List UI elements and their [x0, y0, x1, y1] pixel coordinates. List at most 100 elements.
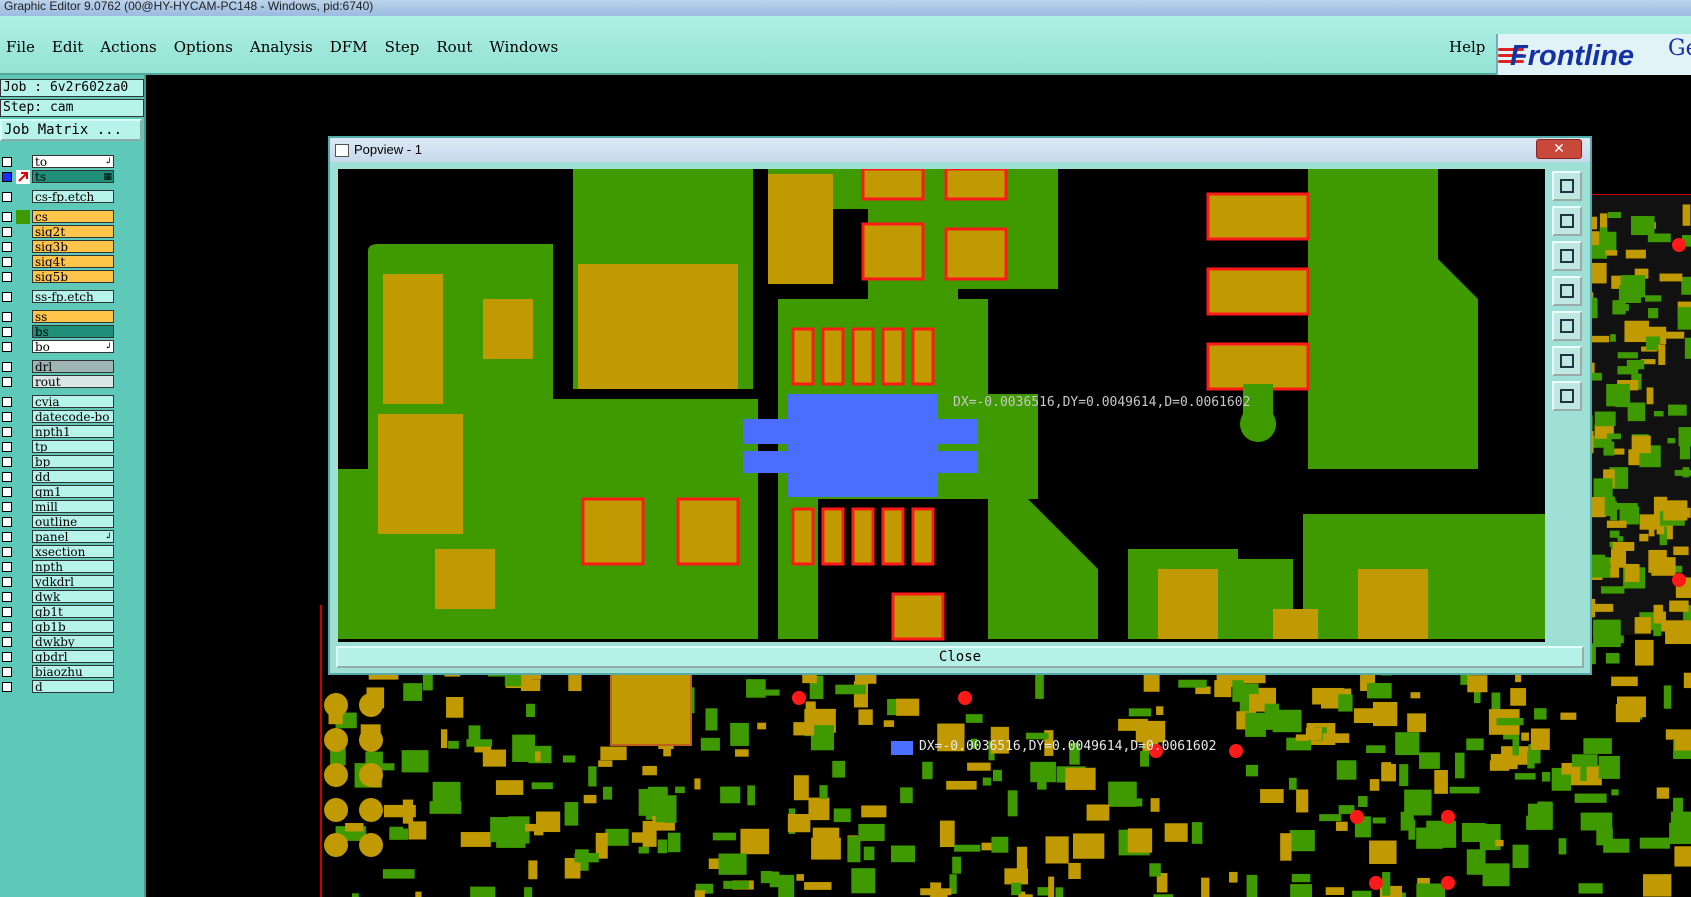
layer-row[interactable]: gm1 — [0, 485, 120, 499]
layer-row[interactable]: sig4t — [0, 255, 120, 269]
layer-row[interactable]: biaozhu — [0, 665, 120, 679]
layer-checkbox[interactable] — [2, 257, 12, 267]
layer-name[interactable]: xsection — [32, 545, 114, 558]
layer-checkbox[interactable] — [2, 272, 12, 282]
layer-checkbox[interactable] — [2, 532, 12, 542]
layer-name[interactable]: bs — [32, 325, 114, 338]
layer-name[interactable]: biaozhu — [32, 665, 114, 678]
layer-checkbox[interactable] — [2, 212, 12, 222]
layer-checkbox[interactable] — [2, 622, 12, 632]
menu-options[interactable]: Options — [174, 38, 233, 56]
job-matrix-button[interactable]: Job Matrix ... — [0, 119, 142, 141]
layer-row[interactable]: bs — [0, 325, 120, 339]
layer-checkbox[interactable] — [2, 487, 12, 497]
layer-name[interactable]: sig3b — [32, 240, 114, 253]
layer-name[interactable]: npth — [32, 560, 114, 573]
layer-row[interactable]: ss — [0, 310, 120, 324]
layer-row[interactable]: bo ↲ — [0, 340, 120, 354]
layer-row[interactable]: mill — [0, 500, 120, 514]
layer-checkbox[interactable] — [2, 292, 12, 302]
layer-row[interactable]: bp — [0, 455, 120, 469]
layer-name[interactable]: bo ↲ — [32, 340, 114, 353]
layer-checkbox[interactable] — [2, 472, 12, 482]
layer-row[interactable]: ydkdrl — [0, 575, 120, 589]
layer-row[interactable]: drl — [0, 360, 120, 374]
layer-row[interactable]: rout — [0, 375, 120, 389]
menu-step[interactable]: Step — [385, 38, 420, 56]
pan-up-icon[interactable] — [1552, 206, 1582, 236]
main-graphic-canvas[interactable]: DX=-0.0036516,DY=0.0049614,D=0.0061602 P… — [146, 75, 1691, 897]
layer-row[interactable]: ss-fp.etch — [0, 290, 120, 304]
layer-name[interactable]: ydkdrl — [32, 575, 114, 588]
layer-row[interactable]: cvia — [0, 395, 120, 409]
layer-checkbox[interactable] — [2, 682, 12, 692]
menu-actions[interactable]: Actions — [100, 38, 156, 56]
popview-zoom-view[interactable]: DX=-0.0036516,DY=0.0049614,D=0.0061602 — [338, 169, 1545, 642]
layer-name[interactable]: ss-fp.etch — [32, 290, 114, 303]
layer-row[interactable]: npth — [0, 560, 120, 574]
layer-row[interactable]: panel ↲ — [0, 530, 120, 544]
menu-analysis[interactable]: Analysis — [250, 38, 313, 56]
layer-checkbox[interactable] — [2, 502, 12, 512]
layer-name[interactable]: cs — [32, 210, 114, 223]
layer-name[interactable]: gb1t — [32, 605, 114, 618]
layer-checkbox[interactable] — [2, 652, 12, 662]
layer-name[interactable]: bp — [32, 455, 114, 468]
popview-close-button[interactable]: Close — [336, 646, 1584, 668]
menu-file[interactable]: File — [6, 38, 35, 56]
layer-name[interactable]: outline — [32, 515, 114, 528]
layer-checkbox[interactable] — [2, 442, 12, 452]
layer-checkbox[interactable] — [2, 517, 12, 527]
layer-name[interactable]: cvia — [32, 395, 114, 408]
layer-row[interactable]: dwkby — [0, 635, 120, 649]
layer-name[interactable]: ss — [32, 310, 114, 323]
layer-row[interactable]: gb1t — [0, 605, 120, 619]
layer-name[interactable]: dwk — [32, 590, 114, 603]
layer-name[interactable]: gb1b — [32, 620, 114, 633]
menu-rout[interactable]: Rout — [436, 38, 472, 56]
layer-row[interactable]: npth1 — [0, 425, 120, 439]
pan-right-icon[interactable] — [1552, 311, 1582, 341]
layer-checkbox[interactable] — [2, 457, 12, 467]
pan-down-icon[interactable] — [1552, 241, 1582, 271]
pcb-zoom-view[interactable]: DX=-0.0036516,DY=0.0049614,D=0.0061602 — [338, 169, 1545, 642]
layer-checkbox[interactable] — [2, 157, 12, 167]
layer-row[interactable]: sig2t — [0, 225, 120, 239]
layer-row[interactable]: outline — [0, 515, 120, 529]
layer-row[interactable]: xsection — [0, 545, 120, 559]
layer-checkbox[interactable] — [2, 192, 12, 202]
layer-checkbox[interactable] — [2, 242, 12, 252]
pan-left-icon[interactable] — [1552, 276, 1582, 306]
layer-name[interactable]: sig5b — [32, 270, 114, 283]
layer-name[interactable]: npth1 — [32, 425, 114, 438]
layer-checkbox[interactable] — [2, 227, 12, 237]
layer-checkbox[interactable] — [2, 342, 12, 352]
layer-row[interactable]: cs-fp.etch — [0, 190, 120, 204]
layer-name[interactable]: gm1 — [32, 485, 114, 498]
layer-checkbox[interactable] — [2, 667, 12, 677]
layer-checkbox[interactable] — [2, 412, 12, 422]
menu-help[interactable]: Help — [1449, 38, 1485, 56]
layer-row[interactable]: gbdrl — [0, 650, 120, 664]
layer-row[interactable]: gb1b — [0, 620, 120, 634]
layer-name[interactable]: cs-fp.etch — [32, 190, 114, 203]
layer-checkbox[interactable] — [2, 607, 12, 617]
layer-row[interactable]: dd — [0, 470, 120, 484]
layer-checkbox[interactable] — [2, 562, 12, 572]
layer-name[interactable]: dd — [32, 470, 114, 483]
layer-row[interactable]: dwk — [0, 590, 120, 604]
layer-row[interactable]: tp — [0, 440, 120, 454]
zoom-fit-icon[interactable] — [1552, 346, 1582, 376]
layer-name[interactable]: panel ↲ — [32, 530, 114, 543]
layer-name[interactable]: rout — [32, 375, 114, 388]
menu-dfm[interactable]: DFM — [330, 38, 368, 56]
layer-name[interactable]: sig2t — [32, 225, 114, 238]
layer-checkbox[interactable] — [2, 397, 12, 407]
layer-row[interactable]: cs — [0, 210, 120, 224]
menu-windows[interactable]: Windows — [489, 38, 558, 56]
layer-name[interactable]: tp — [32, 440, 114, 453]
layer-checkbox[interactable] — [2, 172, 12, 182]
layer-name[interactable]: dwkby — [32, 635, 114, 648]
layer-name[interactable]: datecode-bo — [32, 410, 114, 423]
layer-checkbox[interactable] — [2, 637, 12, 647]
